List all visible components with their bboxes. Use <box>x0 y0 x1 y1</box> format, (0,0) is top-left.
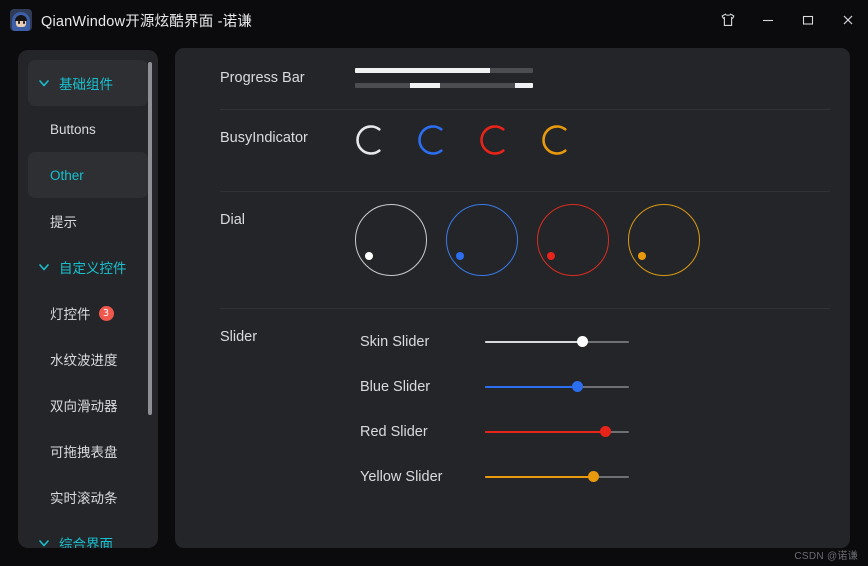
sidebar-scroll-area[interactable]: 基础组件 Buttons Other 提示自定义控件灯控件 3 水纹波进度双向滑动器可拖拽… <box>18 50 158 548</box>
progress-fill <box>410 83 441 88</box>
slider-row-yellow-slider: Yellow Slider <box>360 454 820 499</box>
busy-indicator-red <box>480 125 505 155</box>
sidebar-item-label: Buttons <box>50 121 96 137</box>
slider-fill <box>485 430 606 433</box>
row-label-dial: Dial <box>220 212 245 228</box>
sidebar-item-draggable-dial[interactable]: 可拖拽表盘 <box>28 428 148 474</box>
sidebar-item-label: 自定义控件 <box>59 261 127 276</box>
watermark: CSDN @诺谦 <box>794 551 858 562</box>
sidebar-item-label: 实时滚动条 <box>50 491 118 506</box>
dial-ring <box>537 204 609 276</box>
slider-label: Red Slider <box>360 423 428 440</box>
row-slider: Slider Skin Slider Blue Slider Red Slider Y… <box>175 309 850 499</box>
title-bar: QianWindow开源炫酷界面 -诺谦 <box>0 0 868 40</box>
dial-ring <box>355 204 427 276</box>
slider-row-red-slider: Red Slider <box>360 409 820 454</box>
sidebar-scrollbar-thumb[interactable] <box>148 62 152 415</box>
slider-group: Skin Slider Blue Slider Red Slider Yellow S… <box>360 319 820 499</box>
content-panel: Progress Bar BusyIndicator Dial Slider S… <box>175 48 850 548</box>
slider-knob[interactable] <box>587 471 599 482</box>
dial-skin[interactable] <box>355 204 427 276</box>
sidebar-item-label: 水纹波进度 <box>50 353 118 368</box>
slider-fill <box>485 340 583 343</box>
sidebar-item-label: 双向滑动器 <box>50 399 118 414</box>
maximize-icon[interactable] <box>788 0 828 40</box>
chevron-down-icon <box>36 75 52 91</box>
sidebar-item-basic-components[interactable]: 基础组件 <box>28 60 148 106</box>
sidebar-item-partial-bottom[interactable]: 综合界面 <box>28 520 148 548</box>
window-title: QianWindow开源炫酷界面 -诺谦 <box>41 13 253 30</box>
sidebar-item-label: 提示 <box>50 215 77 230</box>
tshirt-icon[interactable] <box>708 0 748 40</box>
chevron-down-icon <box>36 259 52 275</box>
slider-row-blue-slider: Blue Slider <box>360 364 820 409</box>
row-label-busy-indicator: BusyIndicator <box>220 130 308 146</box>
busy-indicator-group <box>355 124 573 156</box>
slider-fill <box>485 475 593 478</box>
sidebar: 基础组件 Buttons Other 提示自定义控件灯控件 3 水纹波进度双向滑动器可拖拽… <box>18 50 158 548</box>
dial-red[interactable] <box>537 204 609 276</box>
sidebar-item-label: 综合界面 <box>59 537 113 548</box>
slider-row-skin-slider: Skin Slider <box>360 319 820 364</box>
row-dial: Dial <box>175 192 850 309</box>
close-icon[interactable] <box>828 0 868 40</box>
busy-indicator-blue <box>418 125 443 155</box>
dial-ring <box>628 204 700 276</box>
sidebar-item-bidirectional-slider[interactable]: 双向滑动器 <box>28 382 148 428</box>
progress-bar-indeterminate[interactable] <box>355 83 533 88</box>
busy-indicator-yellow <box>542 125 567 155</box>
row-progress-bar: Progress Bar <box>175 48 850 110</box>
minimize-icon[interactable] <box>748 0 788 40</box>
dial-blue[interactable] <box>446 204 518 276</box>
slider-knob[interactable] <box>600 426 612 437</box>
sidebar-item-tips[interactable]: 提示 <box>28 198 148 244</box>
slider-fill <box>485 385 578 388</box>
progress-fill <box>515 83 533 88</box>
sidebar-item-realtime-scrollbar[interactable]: 实时滚动条 <box>28 474 148 520</box>
window-body: 基础组件 Buttons Other 提示自定义控件灯控件 3 水纹波进度双向滑动器可拖拽… <box>0 40 868 566</box>
sidebar-item-other[interactable]: Other <box>28 152 148 198</box>
progress-fill <box>355 68 491 73</box>
dial-yellow[interactable] <box>628 204 700 276</box>
progress-bar-determinate[interactable] <box>355 68 533 73</box>
application-window: QianWindow开源炫酷界面 -诺谦 基础组件 Buttons Other … <box>0 0 868 566</box>
busy-indicator-skin <box>356 125 381 155</box>
row-label-slider: Slider <box>220 329 258 345</box>
row-label-progress-bar: Progress Bar <box>220 70 305 86</box>
row-busy-indicator: BusyIndicator <box>175 110 850 192</box>
skin-slider[interactable] <box>485 335 629 349</box>
yellow-slider[interactable] <box>485 470 629 484</box>
dial-ring <box>446 204 518 276</box>
dial-group <box>355 204 700 276</box>
avatar-icon <box>10 9 32 31</box>
slider-knob[interactable] <box>577 336 589 347</box>
window-controls <box>708 0 868 40</box>
slider-label: Blue Slider <box>360 378 431 395</box>
slider-label: Skin Slider <box>360 333 430 350</box>
red-slider[interactable] <box>485 425 629 439</box>
sidebar-item-badge: 3 <box>98 305 114 321</box>
sidebar-item-water-ripple-progress[interactable]: 水纹波进度 <box>28 336 148 382</box>
sidebar-item-light-control[interactable]: 灯控件 3 <box>28 290 148 336</box>
slider-label: Yellow Slider <box>360 468 443 485</box>
blue-slider[interactable] <box>485 380 629 394</box>
sidebar-item-buttons[interactable]: Buttons <box>28 106 148 152</box>
slider-knob[interactable] <box>571 381 583 392</box>
chevron-down-icon <box>36 535 52 548</box>
sidebar-item-label: 基础组件 <box>59 77 113 92</box>
sidebar-item-label: 可拖拽表盘 <box>50 445 118 460</box>
sidebar-item-custom-controls[interactable]: 自定义控件 <box>28 244 148 290</box>
sidebar-item-label: Other <box>50 167 84 183</box>
sidebar-item-label: 灯控件 <box>50 307 91 322</box>
